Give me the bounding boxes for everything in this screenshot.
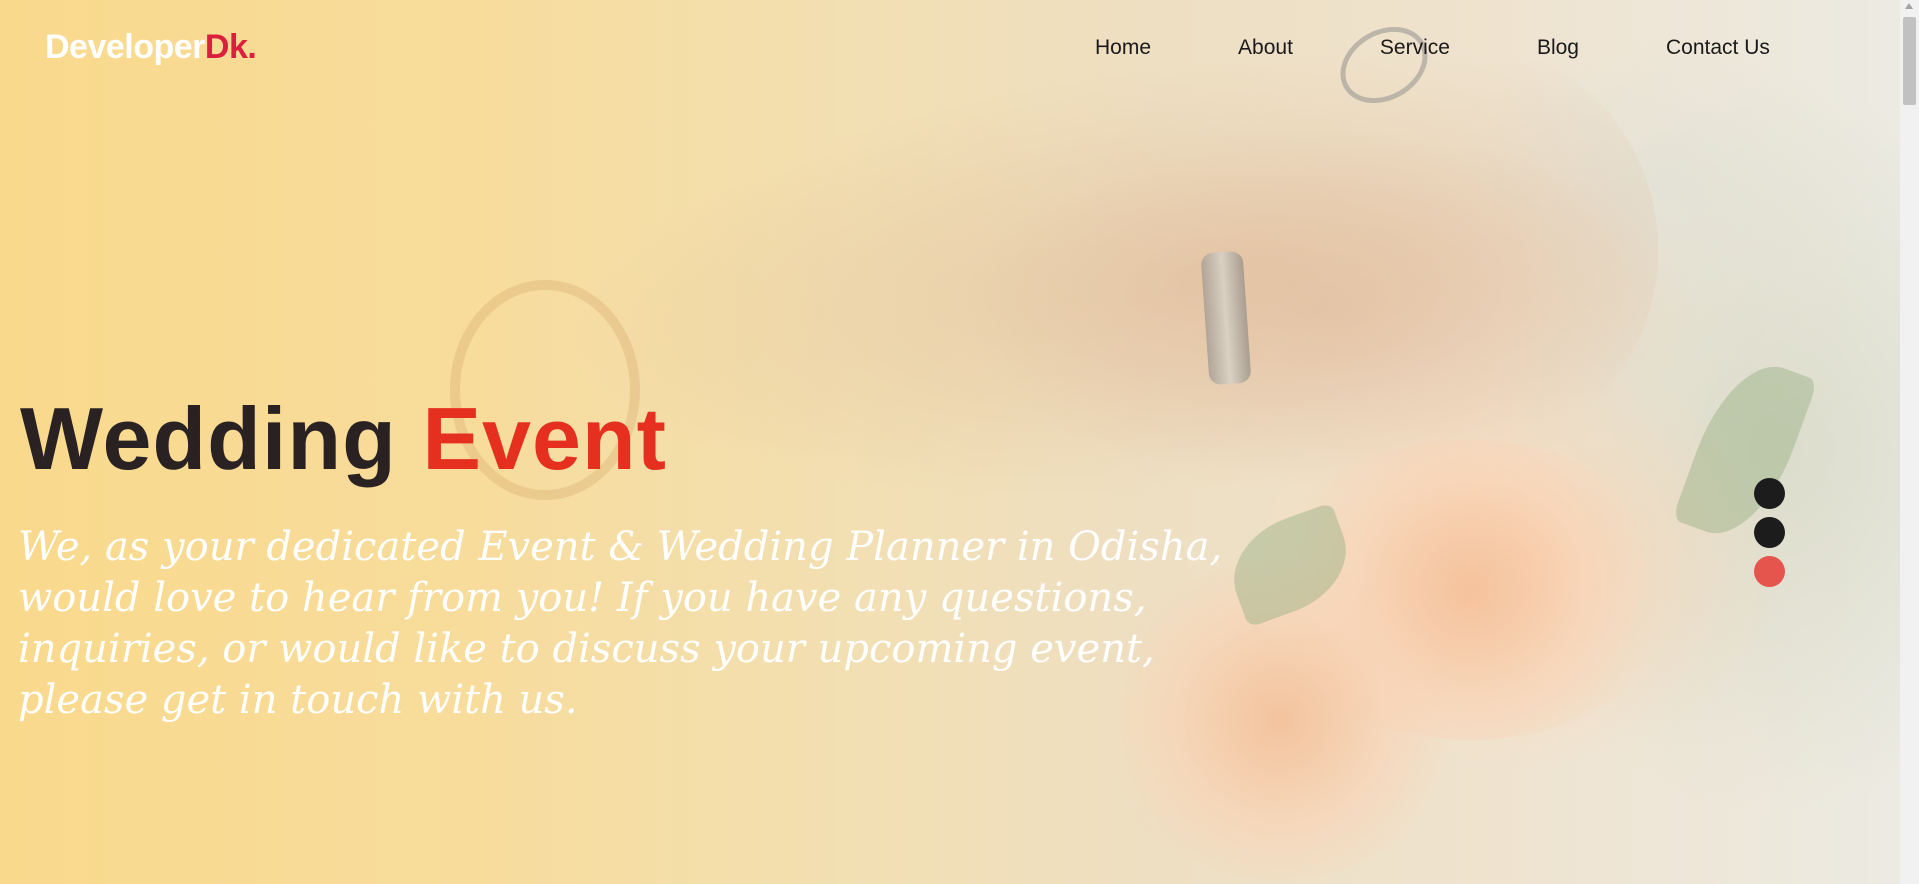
vertical-scrollbar[interactable] [1900,0,1919,884]
site-header: DeveloperDk. Home About Service Blog Con… [0,0,1900,96]
nav-home[interactable]: Home [1095,36,1151,60]
slider-dots [1754,478,1785,595]
main-nav: Home About Service Blog Contact Us [1095,36,1770,60]
slider-dot-1[interactable] [1754,478,1785,509]
slider-dot-3[interactable] [1754,556,1785,587]
nav-service[interactable]: Service [1380,36,1450,60]
nav-contact-us[interactable]: Contact Us [1666,36,1770,60]
nav-blog[interactable]: Blog [1537,36,1579,60]
nav-about[interactable]: About [1238,36,1293,60]
scroll-up-arrow-icon[interactable] [1905,3,1913,9]
logo-main: Developer [45,28,205,66]
hero-title-highlight: Event [422,389,667,488]
logo-accent: Dk. [204,28,257,66]
scrollbar-thumb[interactable] [1903,17,1916,105]
hero-title-main: Wedding [20,389,397,488]
hero-title: Wedding Event [20,388,667,490]
hero-description: We, as your dedicated Event & Wedding Pl… [18,524,1223,723]
leaf-decoration [1671,350,1819,550]
slider-dot-2[interactable] [1754,517,1785,548]
page: DeveloperDk. Home About Service Blog Con… [0,0,1919,884]
logo[interactable]: DeveloperDk. [45,28,257,67]
